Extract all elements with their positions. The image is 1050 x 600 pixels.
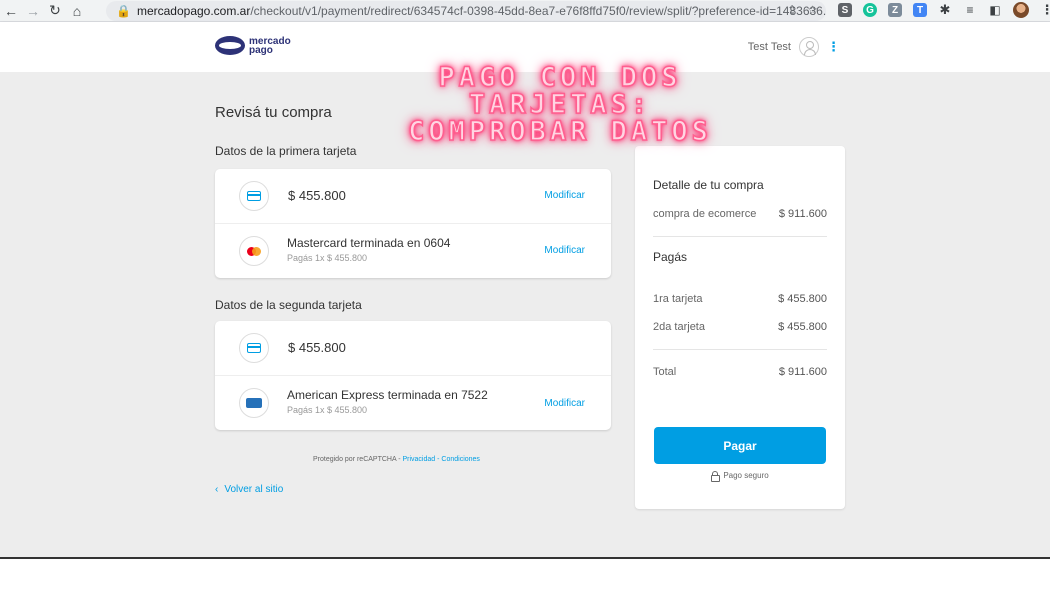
kebab-menu-icon[interactable]: ⋮ bbox=[827, 39, 840, 55]
second-amount-row: $ 455.800 bbox=[215, 321, 611, 376]
reload-icon[interactable]: ↻ bbox=[44, 0, 66, 22]
pay-button[interactable]: Pagar bbox=[654, 427, 826, 464]
second-card-installments: Pagás 1x $ 455.800 bbox=[287, 405, 368, 415]
main-content-area bbox=[0, 72, 1050, 558]
first-card-row: Mastercard terminada en 0604 Pagás 1x $ … bbox=[215, 224, 611, 278]
browser-menu-icon[interactable]: ⋮ bbox=[1040, 2, 1050, 17]
address-bar[interactable]: 🔒 mercadopago.com.ar/checkout/v1/payment… bbox=[106, 1, 826, 21]
purchase-summary: Detalle de tu compra compra de ecomerce … bbox=[635, 146, 845, 509]
grammarly-icon[interactable]: G bbox=[863, 3, 877, 17]
second-card-row: American Express terminada en 7522 Pagás… bbox=[215, 376, 611, 430]
modify-first-amount-link[interactable]: Modificar bbox=[544, 190, 585, 201]
back-arrow-icon[interactable]: ← bbox=[0, 0, 22, 22]
summary-divider bbox=[653, 236, 827, 237]
credit-card-icon bbox=[239, 181, 269, 211]
second-card-title: American Express terminada en 7522 bbox=[287, 388, 488, 402]
side-panel-icon[interactable]: ◧ bbox=[988, 3, 1002, 17]
forward-arrow-icon[interactable]: → bbox=[22, 0, 44, 22]
first-card-installments: Pagás 1x $ 455.800 bbox=[287, 253, 368, 263]
first-amount-row: $ 455.800 Modificar bbox=[215, 169, 611, 224]
conditions-link[interactable]: Condiciones bbox=[441, 456, 480, 463]
summary-divider bbox=[653, 349, 827, 350]
second-card-panel: $ 455.800 American Express terminada en … bbox=[215, 321, 611, 430]
user-menu[interactable]: Test Test ⋮ bbox=[748, 37, 840, 57]
second-card-label: Datos de la segunda tarjeta bbox=[215, 298, 362, 312]
summary-second-value: $ 455.800 bbox=[778, 321, 827, 333]
first-card-label: Datos de la primera tarjeta bbox=[215, 144, 357, 158]
profile-avatar[interactable] bbox=[1013, 2, 1029, 18]
mastercard-icon bbox=[239, 236, 269, 266]
back-to-site-label: Volver al sitio bbox=[224, 484, 284, 495]
summary-total-row: Total $ 911.600 bbox=[653, 366, 827, 378]
second-amount: $ 455.800 bbox=[288, 340, 346, 355]
extension-icon[interactable]: S bbox=[838, 3, 852, 17]
mercado-pago-logo[interactable]: mercado pago bbox=[215, 36, 291, 55]
bookmark-star-icon[interactable]: ☆ bbox=[807, 3, 818, 17]
summary-second-label: 2da tarjeta bbox=[653, 321, 705, 333]
user-avatar-icon[interactable] bbox=[799, 37, 819, 57]
summary-item-row: compra de ecomerce $ 911.600 bbox=[653, 208, 827, 220]
summary-first-value: $ 455.800 bbox=[778, 293, 827, 305]
summary-first-card-row: 1ra tarjeta $ 455.800 bbox=[653, 293, 827, 305]
summary-item-label: compra de ecomerce bbox=[653, 208, 757, 220]
chevron-left-icon: ‹ bbox=[215, 484, 219, 495]
amex-icon bbox=[239, 388, 269, 418]
summary-second-card-row: 2da tarjeta $ 455.800 bbox=[653, 321, 827, 333]
recaptcha-text: Protegido por reCAPTCHA - bbox=[313, 456, 403, 463]
home-icon[interactable]: ⌂ bbox=[66, 0, 88, 22]
summary-total-label: Total bbox=[653, 366, 677, 378]
logo-line2: pago bbox=[249, 44, 273, 56]
summary-first-label: 1ra tarjeta bbox=[653, 293, 703, 305]
url-path: /checkout/v1/payment/redirect/634574cf-0… bbox=[250, 4, 826, 18]
summary-item-value: $ 911.600 bbox=[778, 208, 827, 220]
first-card-title: Mastercard terminada en 0604 bbox=[287, 236, 451, 250]
secure-payment-label: Pago seguro bbox=[723, 471, 769, 480]
extensions-puzzle-icon[interactable]: ✱ bbox=[938, 2, 952, 17]
summary-total-value: $ 911.600 bbox=[778, 366, 827, 378]
reading-list-icon[interactable]: ≡ bbox=[963, 3, 977, 17]
user-name: Test Test bbox=[747, 41, 791, 53]
back-to-site-link[interactable]: ‹ Volver al sitio bbox=[215, 484, 283, 495]
lock-icon: 🔒 bbox=[116, 4, 131, 18]
privacy-link[interactable]: Privacidad bbox=[402, 456, 435, 463]
first-card-panel: $ 455.800 Modificar Mastercard terminada… bbox=[215, 169, 611, 278]
url-host: mercadopago.com.ar bbox=[136, 4, 251, 18]
first-amount: $ 455.800 bbox=[288, 188, 346, 203]
share-icon[interactable]: ⇪ bbox=[787, 3, 797, 17]
summary-title: Detalle de tu compra bbox=[653, 178, 764, 192]
credit-card-icon bbox=[239, 333, 269, 363]
handshake-icon bbox=[215, 36, 245, 55]
recaptcha-notice: Protegido por reCAPTCHA - Privacidad - C… bbox=[313, 456, 480, 463]
translate-icon[interactable]: T bbox=[913, 3, 927, 17]
secure-payment-note: Pago seguro bbox=[635, 471, 845, 482]
modify-second-card-link[interactable]: Modificar bbox=[544, 398, 585, 409]
padlock-icon bbox=[711, 471, 721, 482]
modify-first-card-link[interactable]: Modificar bbox=[544, 245, 585, 256]
site-header: mercado pago Test Test ⋮ bbox=[0, 22, 1050, 72]
page-divider bbox=[0, 557, 1050, 559]
extension-icon[interactable]: Z bbox=[888, 3, 902, 17]
summary-pay-heading: Pagás bbox=[653, 250, 688, 264]
browser-toolbar: ← → ↻ ⌂ 🔒 mercadopago.com.ar/checkout/v1… bbox=[0, 0, 1050, 22]
page-title: Revisá tu compra bbox=[215, 104, 332, 121]
